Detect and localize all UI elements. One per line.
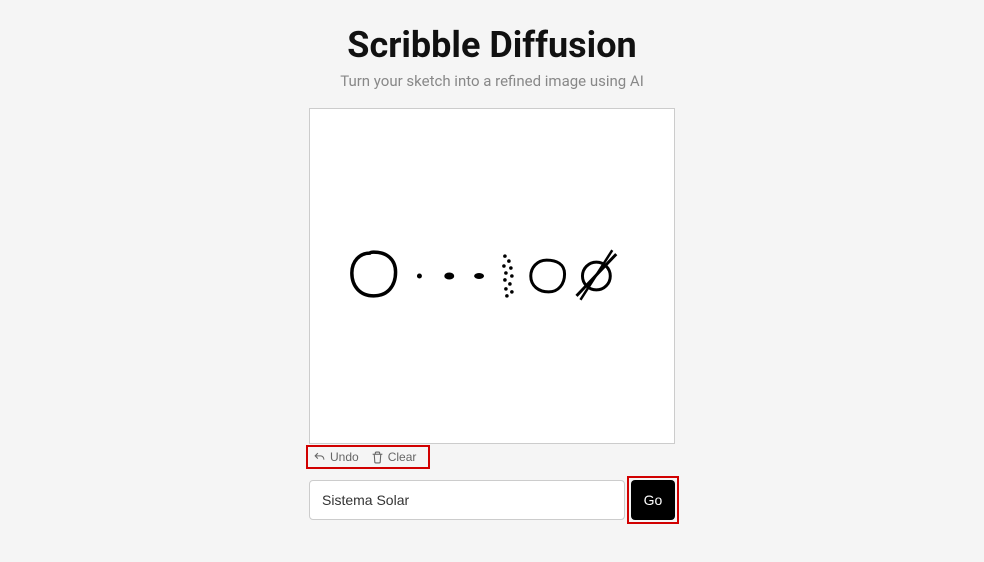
sketch-canvas[interactable] <box>309 108 675 444</box>
canvas-toolbar: Undo Clear <box>309 444 675 470</box>
undo-icon <box>313 451 326 464</box>
trash-icon <box>371 451 384 464</box>
clear-button[interactable]: Clear <box>371 450 417 464</box>
clear-label: Clear <box>388 450 417 464</box>
prompt-row: Go <box>309 480 675 520</box>
undo-label: Undo <box>330 450 359 464</box>
go-button[interactable]: Go <box>631 480 675 520</box>
page-title: Scribble Diffusion <box>347 24 636 66</box>
page-subtitle: Turn your sketch into a refined image us… <box>340 72 644 90</box>
prompt-input[interactable] <box>309 480 625 520</box>
sketch-drawing <box>310 109 674 443</box>
undo-button[interactable]: Undo <box>313 450 359 464</box>
